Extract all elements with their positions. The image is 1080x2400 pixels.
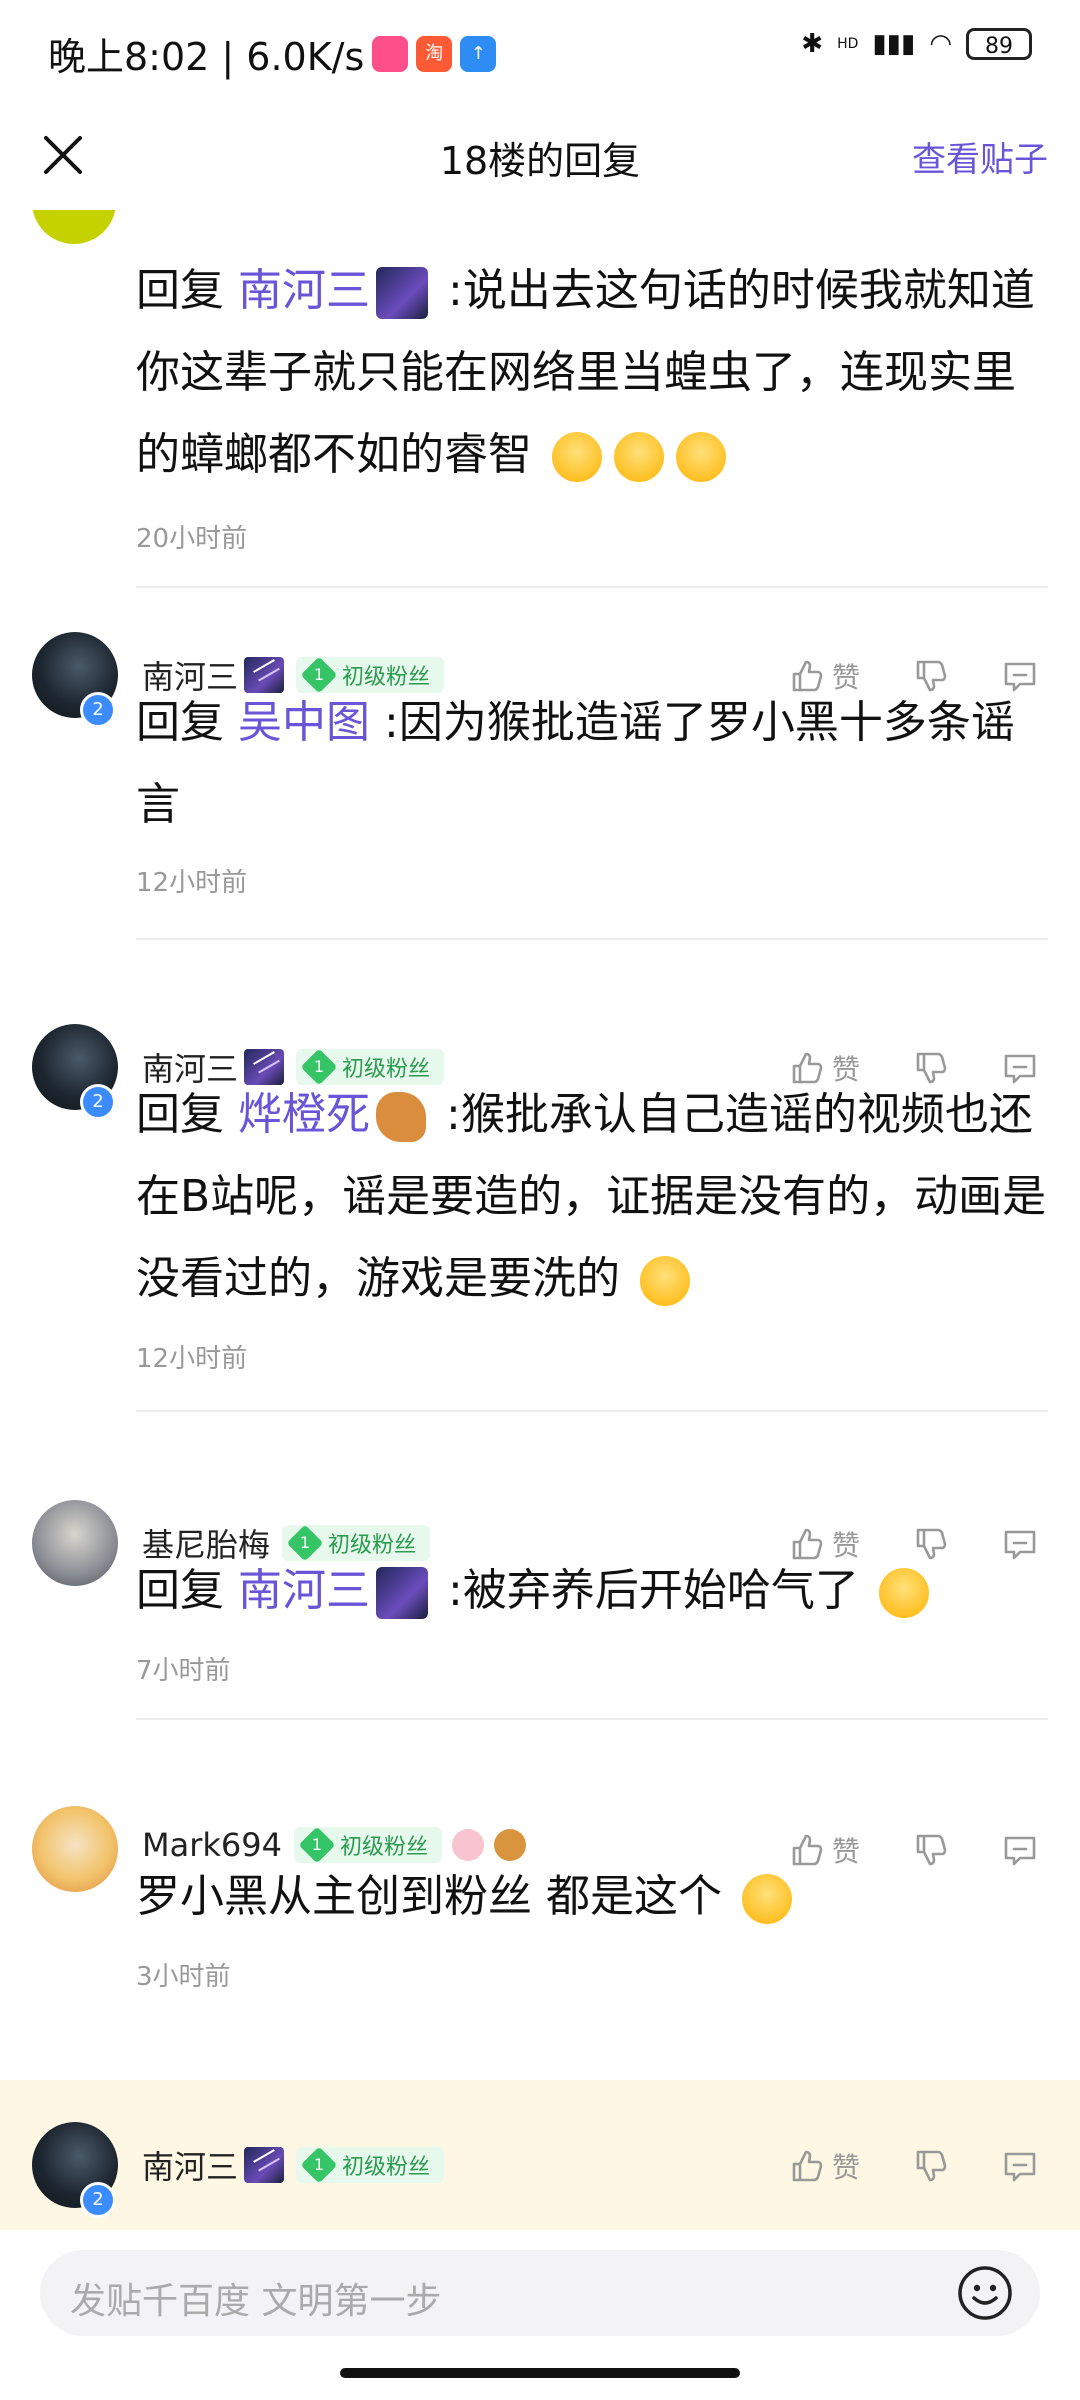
view-post-link[interactable]: 查看贴子: [912, 132, 1048, 181]
wifi-icon: ◠: [929, 29, 952, 59]
grin-emoji-icon: [640, 1256, 690, 1306]
reply-input[interactable]: 发贴千百度 文明第一步: [40, 2250, 1040, 2336]
avatar[interactable]: [32, 1500, 118, 1586]
reply-time: 3小时前: [136, 1962, 231, 1992]
emoji-picker-icon[interactable]: [956, 2264, 1014, 2322]
galaxy-emoji-icon: [376, 1567, 428, 1619]
divider: [136, 938, 1048, 940]
fan-badge: 1 初级粉丝: [296, 2146, 445, 2184]
reply-time: 7小时前: [136, 1656, 231, 1686]
grin-emoji-icon: [878, 1568, 929, 1618]
mention-link[interactable]: 南河三: [238, 265, 370, 316]
reply-time: 12小时前: [136, 868, 248, 898]
avatar[interactable]: [32, 1806, 118, 1892]
battery-indicator: 89: [966, 28, 1032, 60]
signal-icon: ▮▮▮: [872, 29, 916, 59]
home-indicator[interactable]: [340, 2368, 740, 2378]
grin-emoji-icon: [552, 432, 602, 482]
mention-link[interactable]: 南河三: [238, 1565, 370, 1616]
reply-text: 罗小黑从主创到粉丝 都是这个: [136, 1856, 1056, 1938]
input-placeholder: 发贴千百度 文明第一步: [70, 2281, 442, 2322]
mention-link[interactable]: 烨橙死: [238, 1089, 370, 1140]
like-button[interactable]: 赞: [786, 2146, 860, 2186]
reply-text: 回复 烨橙死 :猴批承认自己造谣的视频也还在B站呢，谣是要造的，证据是没有的，动…: [136, 1074, 1056, 1320]
reply-prefix: 回复: [136, 265, 224, 316]
divider: [136, 586, 1048, 588]
gem-icon: 1: [300, 2146, 338, 2184]
reply-text: 回复 吴中图 :因为猴批造谣了罗小黑十多条谣言: [136, 682, 1056, 846]
horse-emoji-icon: [376, 1092, 426, 1142]
reply-prefix: 回复: [136, 1089, 224, 1140]
reply-text: 回复 南河三 :被弃养后开始哈气了: [136, 1550, 1056, 1632]
header: 18楼的回复 查看贴子: [0, 100, 1080, 210]
bottom-bar: 发贴千百度 文明第一步: [0, 2230, 1080, 2400]
grin-emoji-icon: [676, 432, 726, 482]
thinking-emoji-icon: [742, 1874, 792, 1924]
reply-header: 2 南河三 1 初级粉丝 赞: [0, 2122, 1080, 2218]
comment-button[interactable]: [1000, 2146, 1040, 2186]
status-time-speed: 晚上8:02 | 6.0K/s: [48, 35, 365, 79]
bluetooth-icon: ✱: [801, 29, 824, 59]
hd-label: HD: [837, 36, 859, 52]
user-name-text: 南河三: [142, 2148, 239, 2186]
reply-body: 罗小黑从主创到粉丝 都是这个: [136, 1871, 722, 1922]
status-bar: 晚上8:02 | 6.0K/s 淘 ↑ ✱ HD ▮▮▮ ◠ 89: [0, 0, 1080, 100]
thumbs-down-icon: [916, 2150, 947, 2182]
galaxy-emoji-icon: [376, 267, 428, 319]
level-badge: 2: [80, 692, 116, 728]
taobao-icon: 淘: [416, 35, 453, 72]
upload-icon: ↑: [460, 35, 497, 72]
divider: [136, 1718, 1048, 1720]
thumbs-up-icon: [792, 2150, 823, 2182]
grin-emoji-icon: [614, 432, 664, 482]
level-badge: 2: [80, 1084, 116, 1120]
avatar[interactable]: [32, 210, 116, 244]
comment-icon: [1004, 2152, 1036, 2182]
status-right: ✱ HD ▮▮▮ ◠ 89: [801, 28, 1032, 60]
reply-actions: 赞: [736, 2146, 1040, 2186]
reply-prefix: 回复: [136, 697, 224, 748]
user-name[interactable]: 南河三 1 初级粉丝: [142, 2142, 445, 2188]
dislike-button[interactable]: [910, 2146, 950, 2186]
reply-prefix: 回复: [136, 1565, 224, 1616]
reply-list[interactable]: 回复 南河三 :说出去这句话的时候我就知道你这辈子就只能在网络里当蝗虫了，连现实…: [0, 210, 1080, 2230]
status-left: 晚上8:02 | 6.0K/s 淘 ↑: [48, 26, 497, 81]
app-notification-icon: [372, 35, 409, 72]
reply-body: :被弃养后开始哈气了: [448, 1565, 859, 1616]
galaxy-emoji-icon: [244, 2147, 285, 2183]
mention-link[interactable]: 吴中图: [238, 697, 370, 748]
reply-time: 12小时前: [136, 1344, 248, 1374]
divider: [136, 1410, 1048, 1412]
level-badge: 2: [80, 2182, 116, 2218]
reply-time: 20小时前: [136, 524, 248, 554]
reply-text: 回复 南河三 :说出去这句话的时候我就知道你这辈子就只能在网络里当蝗虫了，连现实…: [136, 250, 1056, 496]
